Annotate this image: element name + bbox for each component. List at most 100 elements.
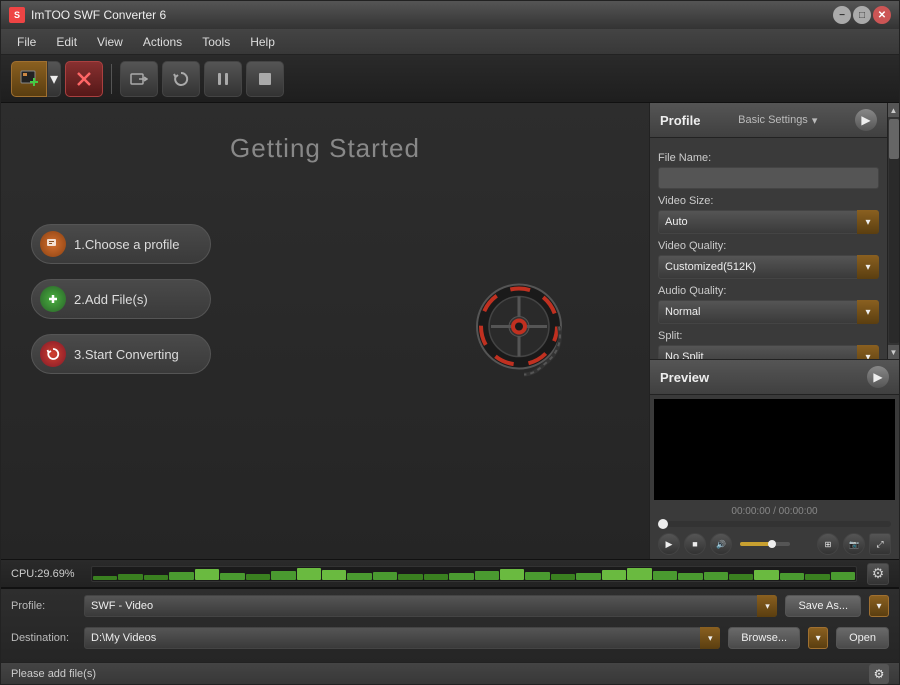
video-size-wrapper: Auto 320x240 640x480 ▾ [658, 210, 879, 234]
file-name-label: File Name: [658, 152, 879, 164]
film-reel-graphic [469, 275, 569, 388]
split-select[interactable]: No Split By Size By Time [658, 345, 879, 359]
cpu-bar-item [297, 568, 321, 580]
cpu-bar-item [704, 572, 728, 580]
cpu-bar-item [653, 571, 677, 580]
add-files-step-icon [40, 286, 66, 312]
status-settings-button[interactable]: ⚙ [869, 664, 889, 684]
fullscreen-button[interactable]: ⤢ [869, 533, 891, 555]
menu-tools[interactable]: Tools [192, 32, 240, 52]
cpu-bar-item [831, 572, 855, 580]
cpu-bar-item [627, 568, 651, 579]
basic-settings-button[interactable]: Basic Settings ▾ [738, 114, 817, 127]
pause-button[interactable] [204, 61, 242, 97]
profile-title: Profile [660, 113, 700, 128]
close-button[interactable]: ✕ [873, 6, 891, 24]
add-files-button[interactable] [11, 61, 47, 97]
start-converting-button[interactable]: 3.Start Converting [31, 334, 211, 374]
window-controls: − □ ✕ [833, 6, 891, 24]
cpu-bar-item [347, 573, 371, 580]
save-as-split-button[interactable]: ▾ [869, 595, 889, 617]
cpu-bar-item [805, 574, 829, 579]
video-quality-select[interactable]: Customized(512K) Low Normal High [658, 255, 879, 279]
snapshot-button[interactable]: ⊞ [817, 533, 839, 555]
open-button[interactable]: Open [836, 627, 889, 649]
basic-settings-arrow-icon: ▾ [812, 114, 818, 127]
preview-seekbar[interactable] [658, 521, 891, 527]
right-panel: Profile Basic Settings ▾ ▶ File Name: Vi… [649, 103, 899, 559]
volume-button[interactable]: 🔊 [710, 533, 732, 555]
save-as-button[interactable]: Save As... [785, 595, 861, 617]
maximize-button[interactable]: □ [853, 6, 871, 24]
menu-actions[interactable]: Actions [133, 32, 192, 52]
preview-time: 00:00:00 / 00:00:00 [650, 504, 899, 519]
destination-row-label: Destination: [11, 632, 76, 644]
toolbar: ▾ [1, 55, 899, 103]
basic-settings-label: Basic Settings [738, 114, 808, 126]
title-bar: S ImTOO SWF Converter 6 − □ ✕ [1, 1, 899, 29]
start-converting-icon [40, 341, 66, 367]
refresh-button[interactable] [162, 61, 200, 97]
scroll-track[interactable] [889, 119, 899, 343]
scroll-up-button[interactable]: ▲ [888, 103, 900, 117]
volume-thumb [768, 540, 776, 548]
audio-quality-label: Audio Quality: [658, 285, 879, 297]
menu-file[interactable]: File [7, 32, 46, 52]
cpu-bar-item [576, 573, 600, 580]
cpu-settings-button[interactable]: ⚙ [867, 563, 889, 585]
browse-button[interactable]: Browse... [728, 627, 800, 649]
stop-preview-button[interactable]: ■ [684, 533, 706, 555]
destination-combo-wrapper: D:\My Videos C:\Users\Videos ▾ [84, 627, 720, 649]
remove-files-button[interactable] [65, 61, 103, 97]
preview-expand-icon[interactable]: ▶ [867, 366, 889, 388]
menu-edit[interactable]: Edit [46, 32, 87, 52]
choose-profile-label: 1.Choose a profile [74, 237, 180, 252]
video-size-select[interactable]: Auto 320x240 640x480 [658, 210, 879, 234]
cpu-graph [91, 566, 857, 582]
play-button[interactable]: ▶ [658, 533, 680, 555]
preview-screen [654, 399, 895, 500]
cpu-bar-item [525, 572, 549, 580]
cpu-bar-item [398, 574, 422, 580]
toolbar-separator-1 [111, 64, 112, 94]
start-converting-label: 3.Start Converting [74, 347, 179, 362]
stop-button[interactable] [246, 61, 284, 97]
preview-header: Preview ▶ [650, 360, 899, 395]
menu-help[interactable]: Help [240, 32, 285, 52]
menu-bar: File Edit View Actions Tools Help [1, 29, 899, 55]
browse-split-button[interactable]: ▾ [808, 627, 828, 649]
bottom-profile-row: Profile: SWF - Video SWF - Audio MP4 - V… [1, 589, 899, 623]
cpu-bar-item [322, 570, 346, 579]
split-wrapper: No Split By Size By Time ▾ [658, 345, 879, 359]
volume-slider[interactable] [740, 542, 790, 546]
audio-quality-select[interactable]: Normal Low High [658, 300, 879, 324]
cpu-bar-item [195, 569, 219, 579]
cpu-bar-item [424, 574, 448, 579]
minimize-button[interactable]: − [833, 6, 851, 24]
cpu-label: CPU:29.69% [11, 568, 81, 580]
profile-combo-wrapper: SWF - Video SWF - Audio MP4 - Video ▾ [84, 595, 777, 617]
split-label: Split: [658, 330, 879, 342]
profile-fields: File Name: Video Size: Auto 320x240 640x… [650, 138, 887, 359]
profile-next-icon[interactable]: ▶ [855, 109, 877, 131]
destination-combo[interactable]: D:\My Videos C:\Users\Videos [84, 627, 720, 649]
profile-combo[interactable]: SWF - Video SWF - Audio MP4 - Video [84, 595, 777, 617]
scroll-down-button[interactable]: ▼ [888, 345, 900, 359]
cpu-bar-item [678, 573, 702, 580]
cpu-bar-item [754, 570, 778, 579]
cpu-bar-item [144, 575, 168, 579]
cpu-bar-item [551, 574, 575, 580]
camera-button[interactable]: 📷 [843, 533, 865, 555]
cpu-bar-item [93, 576, 117, 579]
menu-view[interactable]: View [87, 32, 133, 52]
add-files-step-button[interactable]: 2.Add File(s) [31, 279, 211, 319]
cpu-bar-item [373, 572, 397, 580]
cpu-bar-item [271, 571, 295, 580]
load-button[interactable] [120, 61, 158, 97]
file-name-input[interactable] [658, 167, 879, 189]
cpu-bar-item [475, 571, 499, 580]
add-dropdown-button[interactable]: ▾ [47, 61, 61, 97]
cpu-bar-item [169, 572, 193, 580]
getting-started-label: Getting Started [230, 133, 420, 164]
choose-profile-button[interactable]: 1.Choose a profile [31, 224, 211, 264]
